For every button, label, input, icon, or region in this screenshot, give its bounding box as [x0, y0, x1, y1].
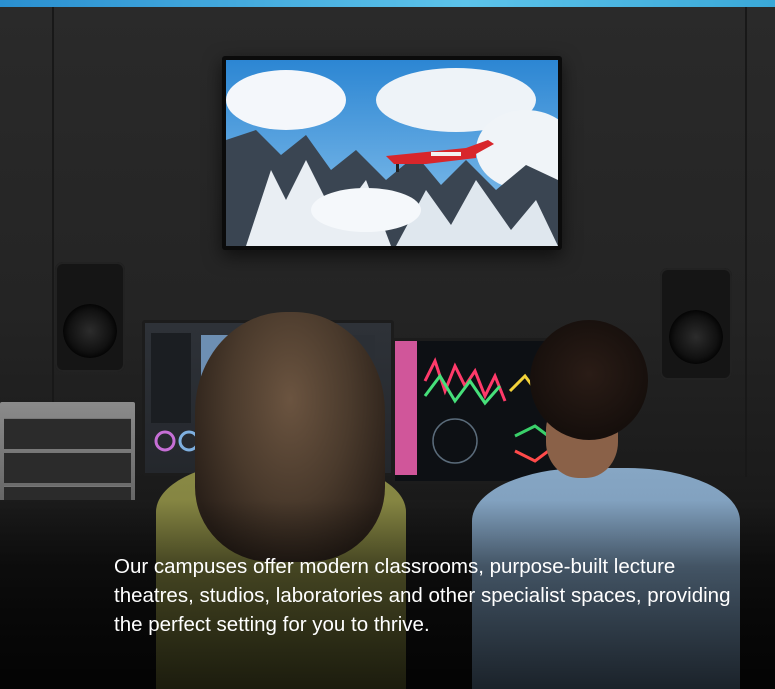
- tv-screen-image: [226, 60, 558, 246]
- hero-photo: Our campuses offer modern classrooms, pu…: [0, 0, 775, 689]
- speaker-woofer-icon: [669, 310, 723, 364]
- rack-unit: [4, 452, 131, 483]
- top-accent-strip: [0, 0, 775, 7]
- speaker-woofer-icon: [63, 304, 117, 358]
- wall-television: [222, 56, 562, 250]
- hero-caption: Our campuses offer modern classrooms, pu…: [114, 555, 731, 636]
- left-speaker: [55, 262, 125, 372]
- wall-panel-seam: [745, 7, 747, 477]
- student-right-hair: [530, 320, 648, 440]
- right-speaker: [660, 268, 732, 380]
- rack-unit: [4, 418, 131, 449]
